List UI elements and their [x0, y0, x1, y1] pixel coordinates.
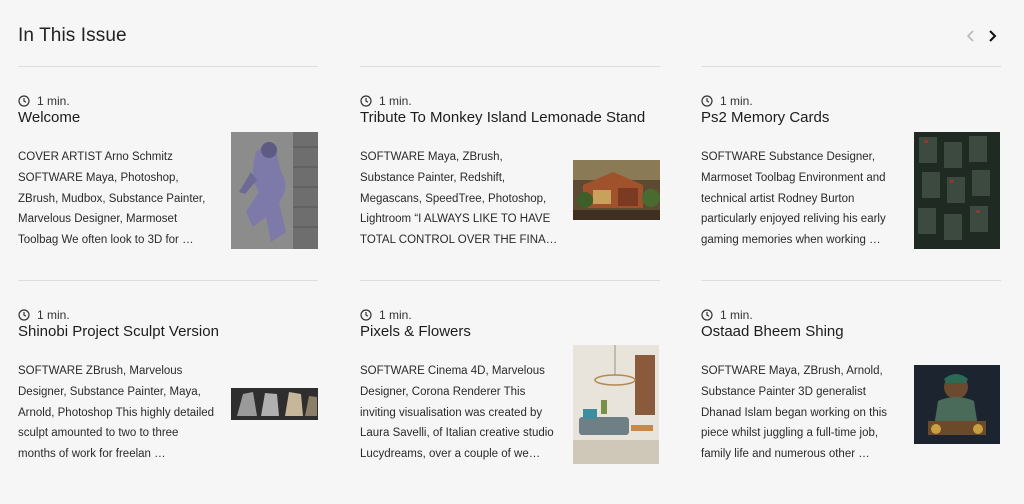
next-button[interactable]: [984, 28, 1000, 44]
article-excerpt-text: SOFTWARE Maya, ZBrush, Substance Painter…: [360, 151, 552, 247]
article-thumbnail[interactable]: [573, 160, 660, 220]
article-thumbnail[interactable]: [231, 388, 318, 420]
prev-button[interactable]: [963, 28, 979, 44]
article-title[interactable]: Shinobi Project Sculpt Version: [18, 323, 219, 340]
read-time-label: 1 min.: [379, 308, 412, 322]
section-title: In This Issue: [18, 25, 127, 46]
article-excerpt: COVER ARTIST Arno Schmitz SOFTWARE Maya,…: [18, 147, 218, 252]
article-excerpt: SOFTWARE Cinema 4D, Marvelous Designer, …: [360, 361, 560, 466]
read-time: 1 min.: [701, 94, 753, 108]
article-excerpt-text: SOFTWARE Substance Designer, Marmoset To…: [701, 151, 886, 247]
article-title[interactable]: Welcome: [18, 109, 80, 126]
article-card[interactable]: 1 min. Pixels & Flowers SOFTWARE Cinema …: [360, 280, 660, 470]
article-excerpt: SOFTWARE Substance Designer, Marmoset To…: [701, 147, 901, 252]
divider: [701, 280, 1001, 281]
article-excerpt-text: SOFTWARE Maya, ZBrush, Arnold, Substance…: [701, 365, 888, 461]
divider: [18, 66, 318, 67]
article-card[interactable]: 1 min. Welcome COVER ARTIST Arno Schmitz…: [18, 66, 318, 256]
clock-icon: [701, 309, 713, 321]
article-excerpt-text: SOFTWARE Cinema 4D, Marvelous Designer, …: [360, 365, 554, 461]
read-time: 1 min.: [360, 94, 412, 108]
article-excerpt: SOFTWARE Maya, ZBrush, Arnold, Substance…: [701, 361, 901, 466]
article-thumbnail[interactable]: [573, 345, 659, 464]
read-time: 1 min.: [18, 308, 70, 322]
divider: [360, 66, 660, 67]
article-card[interactable]: 1 min. Tribute To Monkey Island Lemonade…: [360, 66, 660, 256]
read-time: 1 min.: [360, 308, 412, 322]
article-thumbnail[interactable]: [914, 132, 1000, 249]
article-excerpt-text: SOFTWARE ZBrush, Marvelous Designer, Sub…: [18, 365, 215, 461]
clock-icon: [18, 309, 30, 321]
read-time-label: 1 min.: [37, 94, 70, 108]
article-title[interactable]: Pixels & Flowers: [360, 323, 471, 340]
article-title[interactable]: Ostaad Bheem Shing: [701, 323, 844, 340]
read-time-label: 1 min.: [37, 308, 70, 322]
read-time-label: 1 min.: [720, 94, 753, 108]
divider: [701, 66, 1001, 67]
clock-icon: [18, 95, 30, 107]
read-time: 1 min.: [701, 308, 753, 322]
clock-icon: [701, 95, 713, 107]
article-card[interactable]: 1 min. Shinobi Project Sculpt Version SO…: [18, 280, 318, 470]
article-excerpt-text: COVER ARTIST Arno Schmitz SOFTWARE Maya,…: [18, 151, 206, 247]
divider: [18, 280, 318, 281]
article-excerpt: SOFTWARE ZBrush, Marvelous Designer, Sub…: [18, 361, 218, 466]
article-excerpt: SOFTWARE Maya, ZBrush, Substance Painter…: [360, 147, 560, 252]
read-time-label: 1 min.: [720, 308, 753, 322]
article-title[interactable]: Ps2 Memory Cards: [701, 109, 829, 126]
read-time: 1 min.: [18, 94, 70, 108]
article-thumbnail[interactable]: [914, 365, 1000, 444]
chevron-left-icon: [966, 30, 974, 42]
clock-icon: [360, 95, 372, 107]
clock-icon: [360, 309, 372, 321]
read-time-label: 1 min.: [379, 94, 412, 108]
divider: [360, 280, 660, 281]
chevron-right-icon: [989, 30, 997, 42]
article-card[interactable]: 1 min. Ps2 Memory Cards SOFTWARE Substan…: [701, 66, 1001, 256]
article-card[interactable]: 1 min. Ostaad Bheem Shing SOFTWARE Maya,…: [701, 280, 1001, 470]
article-title[interactable]: Tribute To Monkey Island Lemonade Stand: [360, 109, 645, 126]
article-thumbnail[interactable]: [231, 132, 318, 249]
